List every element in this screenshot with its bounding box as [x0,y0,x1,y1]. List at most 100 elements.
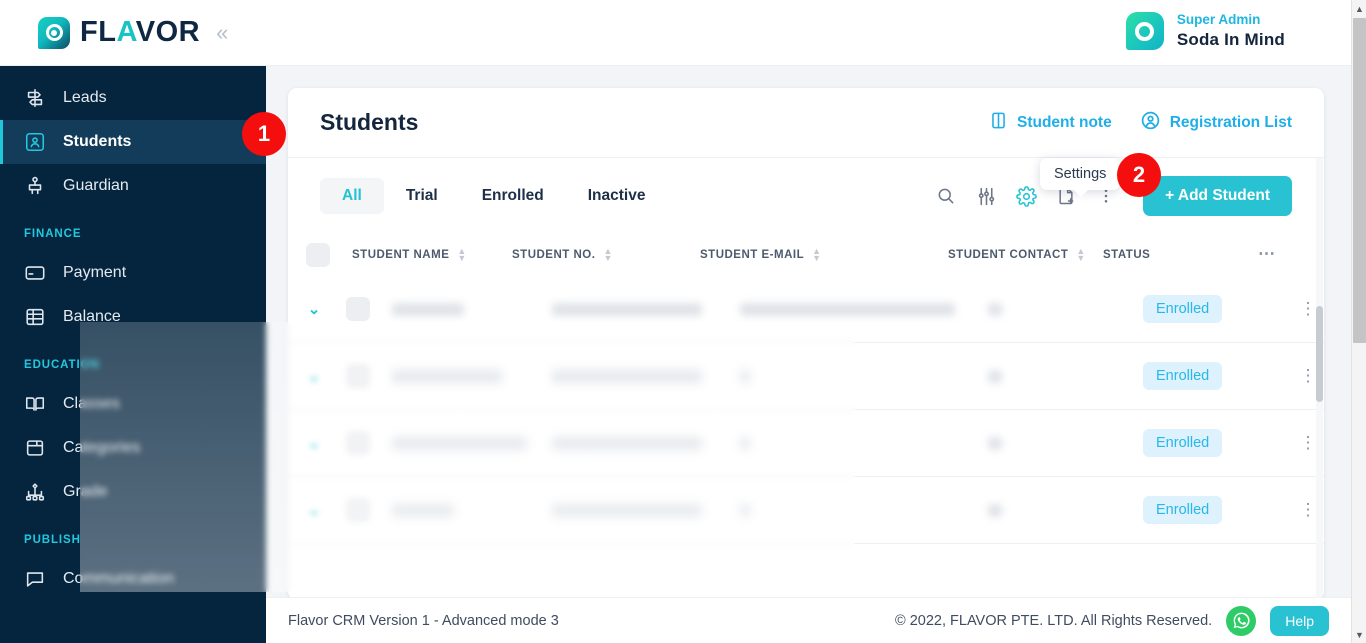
column-status[interactable]: STATUS [1103,249,1258,261]
hierarchy-grade-icon [24,481,46,503]
cell-student-email [740,436,988,450]
table-row[interactable]: ⌄ Enrolled ⋮ [288,276,1324,343]
column-student-no[interactable]: STUDENT NO. ▲ ▼ [512,247,700,263]
sidebar-item-students[interactable]: Students [0,120,266,164]
flavor-ring-logo-icon [38,16,70,49]
column-student-email[interactable]: STUDENT E-MAIL ▲ ▼ [700,247,948,263]
column-actions: ⋯ [1258,245,1318,262]
cell-student-name [392,302,552,316]
table-scrollbar-track[interactable] [1316,158,1323,598]
table-header: STUDENT NAME ▲ ▼ STUDENT NO. ▲ ▼ STUDENT E… [288,234,1324,276]
sidebar-item-label: Classes [63,395,120,412]
credit-card-icon [24,262,46,284]
status-badge: Enrolled [1143,295,1223,323]
sidebar-item-label: Grade [63,483,108,500]
tab-trial[interactable]: Trial [384,178,460,214]
expand-row-chevron-down-icon[interactable]: ⌄ [300,300,328,318]
step-badge-2: 2 [1117,153,1161,197]
brand-logo[interactable]: FLAVOR [38,16,201,49]
footer-version: Flavor CRM Version 1 - Advanced mode 3 [288,612,559,629]
table-row[interactable]: ⌄ Enrolled ⋮ [288,410,1324,477]
logo-text-accent: A [116,16,136,48]
row-more-vertical-icon[interactable]: ⋮ [1298,300,1318,317]
column-label: STUDENT NAME [352,249,450,261]
browser-scrollbar[interactable]: ▲ ▼ [1351,0,1366,643]
cell-status: Enrolled [1143,429,1298,457]
chat-bubble-icon [24,568,46,590]
tab-inactive[interactable]: Inactive [566,178,668,214]
expand-row-chevron-down-icon[interactable]: ⌄ [300,501,328,519]
sidebar-item-label: Leads [63,89,107,106]
student-note-link[interactable]: Student note [989,111,1112,135]
footer-right: © 2022, FLAVOR PTE. LTD. All Rights Rese… [895,605,1329,636]
table-row[interactable]: ⌄ Enrolled ⋮ [288,343,1324,410]
gear-settings-icon[interactable] [1013,183,1039,209]
column-student-name[interactable]: STUDENT NAME ▲ ▼ [352,247,512,263]
user-name: Soda In Mind [1176,29,1285,49]
user-account[interactable]: Super Admin Soda In Mind [1125,12,1285,51]
browser-scrollbar-thumb[interactable] [1353,18,1366,343]
row-more-vertical-icon[interactable]: ⋮ [1298,367,1318,384]
select-all-cell [306,243,352,267]
sidebar-item-classes[interactable]: Classes [0,382,266,426]
tab-all[interactable]: All [320,178,384,214]
select-all-checkbox[interactable] [306,243,330,267]
cell-student-no [552,503,740,517]
row-checkbox[interactable] [346,297,370,321]
column-student-contact[interactable]: STUDENT CONTACT ▲ ▼ [948,247,1103,263]
settings-tooltip: Settings [1040,158,1121,197]
row-checkbox[interactable] [346,431,370,455]
tab-enrolled[interactable]: Enrolled [460,178,566,214]
sort-arrows-icon[interactable]: ▲ ▼ [1076,247,1085,263]
sidebar-item-categories[interactable]: Categories [0,426,266,470]
table-body: ⌄ Enrolled ⋮ ⌄ Enrolled ⋮ ⌄ Enrolled ⋮ ⌄… [288,276,1324,544]
whatsapp-icon[interactable] [1226,605,1257,636]
table-scrollbar-thumb[interactable] [1316,306,1323,402]
row-more-vertical-icon[interactable]: ⋮ [1298,434,1318,451]
sidebar-item-communication[interactable]: Communication [0,557,266,601]
table-row[interactable]: ⌄ Enrolled ⋮ [288,477,1324,544]
sort-arrows-icon[interactable]: ▲ ▼ [812,247,821,263]
cell-student-email [740,503,988,517]
scroll-up-arrow-icon[interactable]: ▲ [1352,0,1366,17]
card-header: Students Student note Registration List [288,88,1324,158]
top-bar: FLAVOR « Super Admin Soda In Mind [0,0,1351,66]
sidebar-item-grade[interactable]: Grade [0,470,266,514]
status-badge: Enrolled [1143,429,1223,457]
expand-row-chevron-down-icon[interactable]: ⌄ [300,434,328,452]
row-more-vertical-icon[interactable]: ⋮ [1298,501,1318,518]
add-student-button[interactable]: + Add Student [1143,176,1292,216]
row-checkbox[interactable] [346,498,370,522]
step-badge-1: 1 [242,112,286,156]
sidebar-item-label: Students [63,133,132,150]
logo-text-part2: VOR [135,16,201,48]
sidebar-collapse-icon[interactable]: « [216,21,228,44]
status-badge: Enrolled [1143,496,1223,524]
sort-arrows-icon[interactable]: ▲ ▼ [603,247,612,263]
logo-text-part1: FL [80,16,117,48]
sidebar-section-publish: PUBLISH [24,534,81,546]
cell-student-email [740,369,988,383]
signpost-icon [24,87,46,109]
user-circle-icon [1140,110,1161,136]
footer: Flavor CRM Version 1 - Advanced mode 3 ©… [266,597,1351,643]
cell-student-no [552,302,740,316]
column-label: STATUS [1103,249,1151,261]
expand-row-chevron-down-icon[interactable]: ⌄ [300,367,328,385]
search-icon[interactable] [933,183,959,209]
cell-student-contact [988,302,1143,316]
row-checkbox[interactable] [346,364,370,388]
scroll-down-arrow-icon[interactable]: ▼ [1352,626,1366,643]
sidebar-item-guardian[interactable]: Guardian [0,164,266,208]
registration-list-link[interactable]: Registration List [1140,110,1292,136]
help-button[interactable]: Help [1270,605,1329,636]
column-options-icon[interactable]: ⋯ [1258,244,1276,263]
sidebar-item-payment[interactable]: Payment [0,251,266,295]
sidebar-item-balance[interactable]: Balance [0,295,266,339]
column-label: STUDENT E-MAIL [700,249,805,261]
filter-sliders-icon[interactable] [973,183,999,209]
sort-arrows-icon[interactable]: ▲ ▼ [457,247,466,263]
sidebar: Leads Students Guardian FINANCE Payment … [0,66,266,643]
sidebar-item-leads[interactable]: Leads [0,76,266,120]
guardian-icon [24,175,46,197]
